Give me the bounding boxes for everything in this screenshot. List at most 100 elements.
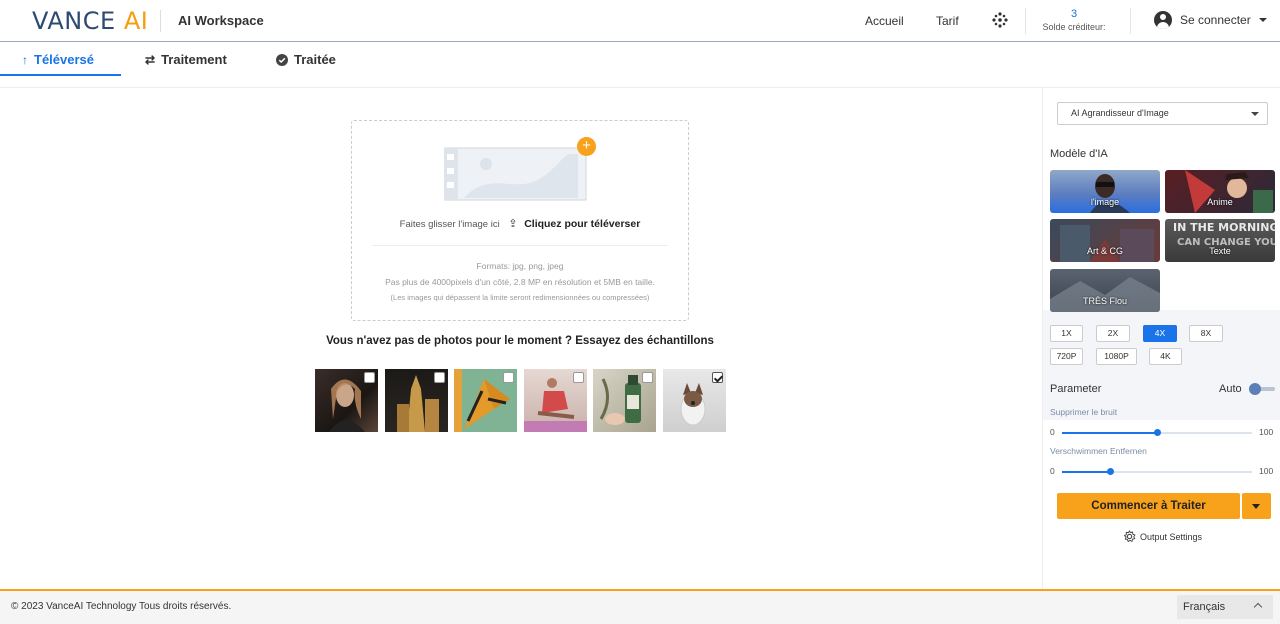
scale-1x-button[interactable]: 1X [1050, 325, 1083, 342]
output-settings-link[interactable]: Output Settings [1123, 530, 1202, 543]
user-avatar-icon [1154, 11, 1172, 29]
image-placeholder-icon [444, 147, 587, 201]
top-header: VANCE AI AI Workspace Accueil Tarif 3 So… [0, 0, 1280, 42]
scale-8x-button[interactable]: 8X [1189, 325, 1223, 342]
add-image-button[interactable]: + [577, 137, 596, 156]
sample-image-tower[interactable] [385, 369, 448, 432]
scale-4x-button[interactable]: 4X [1143, 325, 1177, 342]
upload-icon: ⇪ [508, 218, 518, 230]
scale-1080p-button[interactable]: 1080P [1096, 348, 1137, 365]
samples-title: Vous n'avez pas de photos pour le moment… [326, 335, 714, 347]
auto-toggle[interactable] [1249, 383, 1276, 395]
model-card-tres-flou[interactable]: TRÈS Flou [1050, 269, 1160, 312]
login-label: Se connecter [1180, 13, 1251, 27]
limit-text: Pas plus de 4000pixels d'un côté, 2.8 MP… [385, 277, 655, 287]
noise-slider-label: Supprimer le bruit [1050, 407, 1118, 417]
noise-slider-max: 100 [1259, 427, 1274, 437]
tab-traitee[interactable]: Traitée [276, 52, 336, 67]
svg-text:IN THE MORNING: IN THE MORNING [1173, 221, 1275, 234]
vanceai-logo[interactable]: VANCE AI [32, 7, 148, 35]
scale-2x-button[interactable]: 2X [1096, 325, 1130, 342]
apps-grid-icon[interactable] [992, 12, 1008, 28]
credit-count: 3 [1070, 8, 1078, 20]
model-card-art-cg[interactable]: Art & CG [1050, 219, 1160, 262]
model-label: TRÈS Flou [1082, 296, 1127, 306]
arrow-up-icon: ↑ [22, 52, 28, 67]
logo-divider [160, 10, 161, 32]
blur-slider-max: 100 [1259, 466, 1274, 476]
noise-slider[interactable] [1062, 429, 1252, 436]
sample-checkbox[interactable] [642, 372, 653, 383]
language-select[interactable]: Français [1177, 595, 1273, 619]
noise-slider-min: 0 [1050, 427, 1055, 437]
sample-checkbox[interactable] [503, 372, 514, 383]
resize-note: (Les images qui dépassent la limite sero… [390, 293, 650, 302]
logo-text: VANCE [32, 7, 116, 35]
language-value: Français [1183, 601, 1226, 613]
start-processing-button[interactable]: Commencer à Traiter [1057, 493, 1240, 519]
copyright-text: © 2023 VanceAI Technology Tous droits ré… [11, 601, 232, 612]
nav-tarif-link[interactable]: Tarif [936, 14, 959, 28]
model-card-image[interactable]: l'image [1050, 170, 1160, 213]
model-label: Art & CG [1086, 246, 1123, 256]
drag-text: Faites glisser l'image ici [399, 219, 500, 230]
tab-traitement[interactable]: ⇄ Traitement [145, 52, 227, 67]
model-label: Texte [1209, 246, 1231, 256]
sample-checkbox[interactable] [573, 372, 584, 383]
click-upload-link[interactable]: Cliquez pour téléverser [524, 218, 640, 230]
credit-balance[interactable]: 3 Solde créditeur: [1040, 8, 1108, 32]
blur-slider[interactable] [1062, 468, 1252, 475]
formats-text: Formats: jpg, png, jpeg [476, 261, 564, 271]
tab-label: Traitée [294, 52, 336, 67]
model-label: Anime [1207, 197, 1233, 207]
blur-slider-min: 0 [1050, 466, 1055, 476]
logo-ai-text: AI [123, 7, 149, 35]
parameter-label: Parameter [1050, 383, 1102, 395]
model-label: l'image [1090, 197, 1120, 207]
output-settings-label: Output Settings [1140, 531, 1203, 542]
tab-label: Traitement [161, 52, 227, 67]
workflow-tabs: ↑ Téléversé ⇄ Traitement Traitée [0, 42, 1280, 88]
slider-fill [1062, 432, 1157, 434]
header-divider [1130, 8, 1131, 34]
sample-image-bottle[interactable] [593, 369, 656, 432]
toggle-knob [1249, 383, 1261, 395]
sample-image-portrait[interactable] [315, 369, 378, 432]
credit-label: Solde créditeur: [1042, 22, 1106, 32]
model-card-anime[interactable]: Anime [1165, 170, 1275, 213]
workspace-title: AI Workspace [178, 13, 264, 28]
sample-checkbox[interactable] [434, 372, 445, 383]
footer: © 2023 VanceAI Technology Tous droits ré… [0, 589, 1280, 624]
upload-dropzone[interactable]: + Faites glisser l'image ici ⇪ Cliquez p… [351, 120, 689, 321]
scale-720p-button[interactable]: 720P [1050, 348, 1083, 365]
scale-4k-button[interactable]: 4K [1149, 348, 1182, 365]
dropdown-arrow-icon [1251, 112, 1259, 116]
sample-image-butterfly[interactable] [454, 369, 517, 432]
active-tab-indicator [0, 74, 121, 76]
tool-select[interactable]: AI Agrandisseur d'Image [1057, 102, 1268, 125]
tab-televerse[interactable]: ↑ Téléversé [22, 52, 94, 67]
sample-checkbox[interactable] [364, 372, 375, 383]
settings-panel: AI Agrandisseur d'Image Modèle d'IA l'im… [1042, 88, 1280, 589]
slider-handle[interactable] [1106, 468, 1114, 475]
model-section-title: Modèle d'IA [1050, 148, 1108, 160]
refresh-icon: ⇄ [145, 52, 156, 67]
sample-image-yoga[interactable] [524, 369, 587, 432]
divider [372, 245, 668, 246]
start-options-dropdown[interactable] [1242, 493, 1271, 519]
slider-fill [1062, 471, 1110, 473]
nav-accueil-link[interactable]: Accueil [865, 14, 904, 28]
header-divider [1025, 8, 1026, 34]
slider-handle[interactable] [1154, 429, 1161, 436]
sample-image-dog[interactable] [663, 369, 726, 432]
model-card-texte[interactable]: IN THE MORNING CAN CHANGE YOUR Texte [1165, 219, 1275, 262]
chevron-up-icon [1253, 602, 1263, 612]
login-menu[interactable]: Se connecter [1154, 11, 1267, 29]
chevron-down-icon [1258, 18, 1267, 22]
check-circle-icon [276, 53, 288, 66]
gear-icon [1123, 530, 1136, 543]
tab-label: Téléversé [34, 52, 94, 67]
sample-checkbox-checked[interactable] [712, 372, 723, 383]
auto-label: Auto [1219, 383, 1242, 395]
tool-select-value: AI Agrandisseur d'Image [1071, 108, 1169, 118]
